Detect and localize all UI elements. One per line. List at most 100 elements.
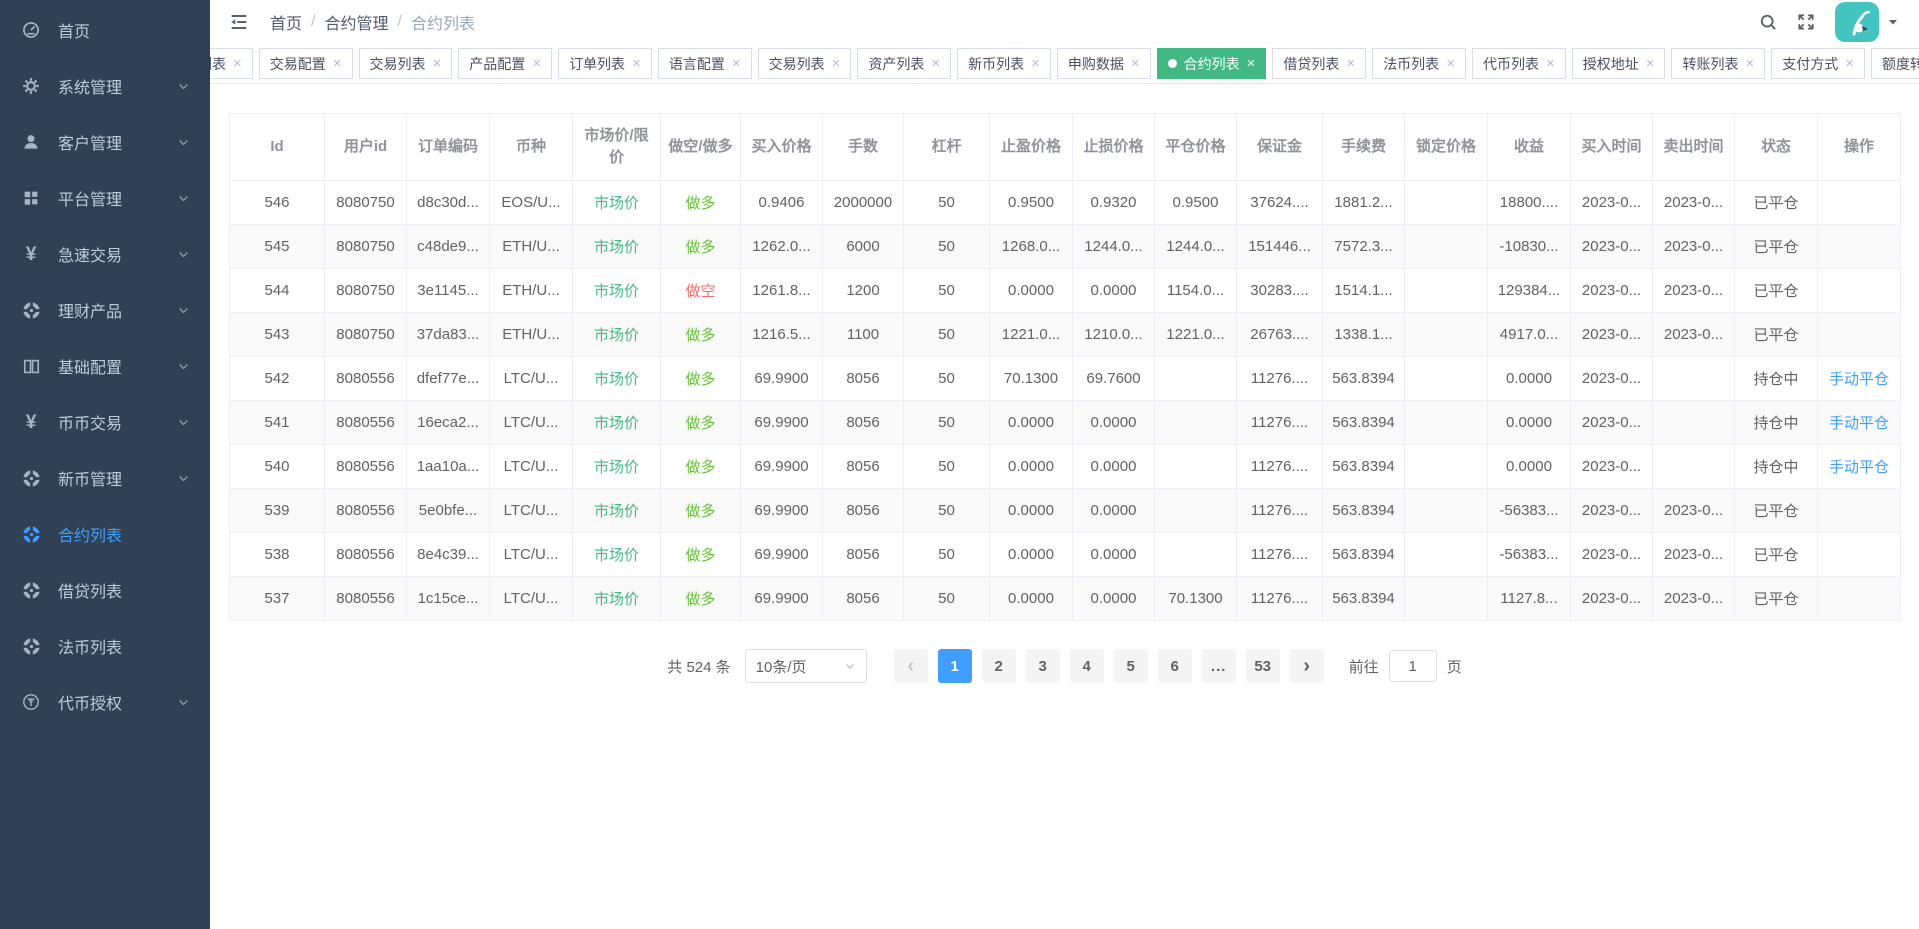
page-size-select[interactable]: 10条/页: [745, 649, 867, 683]
cell-close_price: 1244.0...: [1155, 225, 1237, 269]
page-button-4[interactable]: 4: [1070, 649, 1104, 683]
cell-lock_price: [1405, 225, 1488, 269]
sidebar-item-label: 首页: [58, 18, 190, 42]
cell-fee: 563.8394: [1323, 445, 1405, 489]
tab-8[interactable]: 新币列表×: [957, 48, 1051, 79]
manual-close-link[interactable]: 手动平仓: [1818, 401, 1901, 445]
search-icon[interactable]: [1757, 11, 1779, 33]
close-icon[interactable]: ×: [333, 56, 342, 71]
tab-6[interactable]: 交易列表×: [758, 48, 852, 79]
close-icon[interactable]: ×: [532, 56, 541, 71]
tab-11[interactable]: 借贷列表×: [1272, 48, 1366, 79]
close-icon[interactable]: ×: [1646, 56, 1655, 71]
tab-label: 申购数据: [1068, 54, 1124, 74]
page-button-2[interactable]: 2: [982, 649, 1016, 683]
tab-9[interactable]: 申购数据 ×: [1057, 48, 1151, 79]
book-icon: [20, 355, 42, 377]
sidebar-fold-icon[interactable]: [228, 11, 250, 33]
sidebar-item-customers[interactable]: 客户管理: [0, 114, 210, 170]
sidebar-item-contract-list[interactable]: 合约列表: [0, 506, 210, 562]
breadcrumb-item[interactable]: 合约管理: [324, 10, 388, 34]
manual-close-link[interactable]: 手动平仓: [1818, 357, 1901, 401]
tab-1[interactable]: 交易配置×: [259, 48, 353, 79]
more-pages-button[interactable]: ...: [1202, 649, 1236, 683]
close-icon[interactable]: ×: [1346, 56, 1355, 71]
cell-stop_loss: 0.0000: [1073, 533, 1155, 577]
page-button-6[interactable]: 6: [1158, 649, 1192, 683]
sidebar-item-fast-trade[interactable]: ¥急速交易: [0, 226, 210, 282]
close-icon[interactable]: ×: [931, 56, 940, 71]
cell-close_price: 0.9500: [1155, 181, 1237, 225]
cell-action: [1818, 313, 1901, 357]
page-button-5[interactable]: 5: [1114, 649, 1148, 683]
cell-leverage: 50: [904, 225, 990, 269]
page-button-1[interactable]: 1: [938, 649, 972, 683]
breadcrumb-separator: /: [397, 13, 401, 31]
sidebar-item-system[interactable]: 系统管理: [0, 58, 210, 114]
cell-leverage: 50: [904, 313, 990, 357]
breadcrumb-item[interactable]: 首页: [270, 10, 302, 34]
fullscreen-icon[interactable]: [1795, 11, 1817, 33]
cell-direction: 做多: [661, 225, 741, 269]
next-page-button[interactable]: ›: [1290, 649, 1324, 683]
cell-order_code: 1c15ce...: [407, 577, 490, 621]
pagination: 共 524 条 10条/页 ‹ 123456...53 › 前往 页: [229, 649, 1900, 683]
cell-margin: 11276....: [1237, 577, 1323, 621]
close-icon[interactable]: ×: [1031, 56, 1040, 71]
manual-close-link[interactable]: 手动平仓: [1818, 445, 1901, 489]
sidebar-item-wealth[interactable]: 理财产品: [0, 282, 210, 338]
close-icon[interactable]: ×: [1247, 56, 1256, 71]
compass-icon: [20, 299, 42, 321]
close-icon[interactable]: ×: [1446, 56, 1455, 71]
tab-label: 列表: [210, 54, 226, 74]
cell-leverage: 50: [904, 445, 990, 489]
sidebar-item-new-coin[interactable]: 新币管理: [0, 450, 210, 506]
sidebar-item-home[interactable]: 首页: [0, 2, 210, 58]
cell-fee: 563.8394: [1323, 357, 1405, 401]
close-icon[interactable]: ×: [732, 56, 741, 71]
tab-0[interactable]: 列表 ×: [210, 48, 253, 79]
compass-icon: [20, 467, 42, 489]
close-icon[interactable]: ×: [632, 56, 641, 71]
close-icon[interactable]: ×: [1745, 56, 1754, 71]
caret-down-icon[interactable]: [1887, 16, 1899, 28]
cell-margin: 11276....: [1237, 489, 1323, 533]
page-button-53[interactable]: 53: [1246, 649, 1280, 683]
tab-13[interactable]: 代币列表×: [1472, 48, 1566, 79]
close-icon[interactable]: ×: [1845, 56, 1854, 71]
sidebar-item-base-config[interactable]: 基础配置: [0, 338, 210, 394]
tab-4[interactable]: 订单列表×: [558, 48, 652, 79]
tab-7[interactable]: 资产列表×: [857, 48, 951, 79]
sidebar-item-loan-list[interactable]: 借贷列表: [0, 562, 210, 618]
tab-2[interactable]: 交易列表×: [359, 48, 453, 79]
close-icon[interactable]: ×: [233, 56, 242, 71]
close-icon[interactable]: ×: [1131, 56, 1140, 71]
tab-12[interactable]: 法币列表×: [1372, 48, 1466, 79]
cell-margin: 37624....: [1237, 181, 1323, 225]
sidebar-item-platform[interactable]: 平台管理: [0, 170, 210, 226]
tab-16[interactable]: 支付方式×: [1771, 48, 1865, 79]
sidebar-item-fiat-list[interactable]: 法币列表: [0, 618, 210, 674]
tab-14[interactable]: 授权地址×: [1572, 48, 1666, 79]
sidebar-item-label: 币币交易: [58, 410, 177, 434]
page-button-3[interactable]: 3: [1026, 649, 1060, 683]
close-icon[interactable]: ×: [832, 56, 841, 71]
cell-buy_price: 0.9406: [741, 181, 823, 225]
tab-5[interactable]: 语言配置×: [658, 48, 752, 79]
tab-17[interactable]: 额度转换×: [1871, 48, 1919, 79]
avatar[interactable]: [1835, 2, 1879, 42]
close-icon[interactable]: ×: [1546, 56, 1555, 71]
tab-3[interactable]: 产品配置 ×: [458, 48, 552, 79]
goto-page-input[interactable]: [1389, 650, 1437, 682]
close-icon[interactable]: ×: [433, 56, 442, 71]
col-lots: 手数: [823, 114, 904, 181]
tab-15[interactable]: 转账列表×: [1671, 48, 1765, 79]
sidebar-item-coin-trade[interactable]: ¥币币交易: [0, 394, 210, 450]
tab-10[interactable]: 合约列表×: [1157, 48, 1267, 79]
cell-order_code: 16eca2...: [407, 401, 490, 445]
tab-label: 产品配置: [469, 54, 525, 74]
sidebar-item-token-auth[interactable]: 代币授权: [0, 674, 210, 730]
prev-page-button[interactable]: ‹: [894, 649, 928, 683]
cell-id: 540: [230, 445, 325, 489]
col-price_type: 市场价/限价: [573, 114, 661, 181]
